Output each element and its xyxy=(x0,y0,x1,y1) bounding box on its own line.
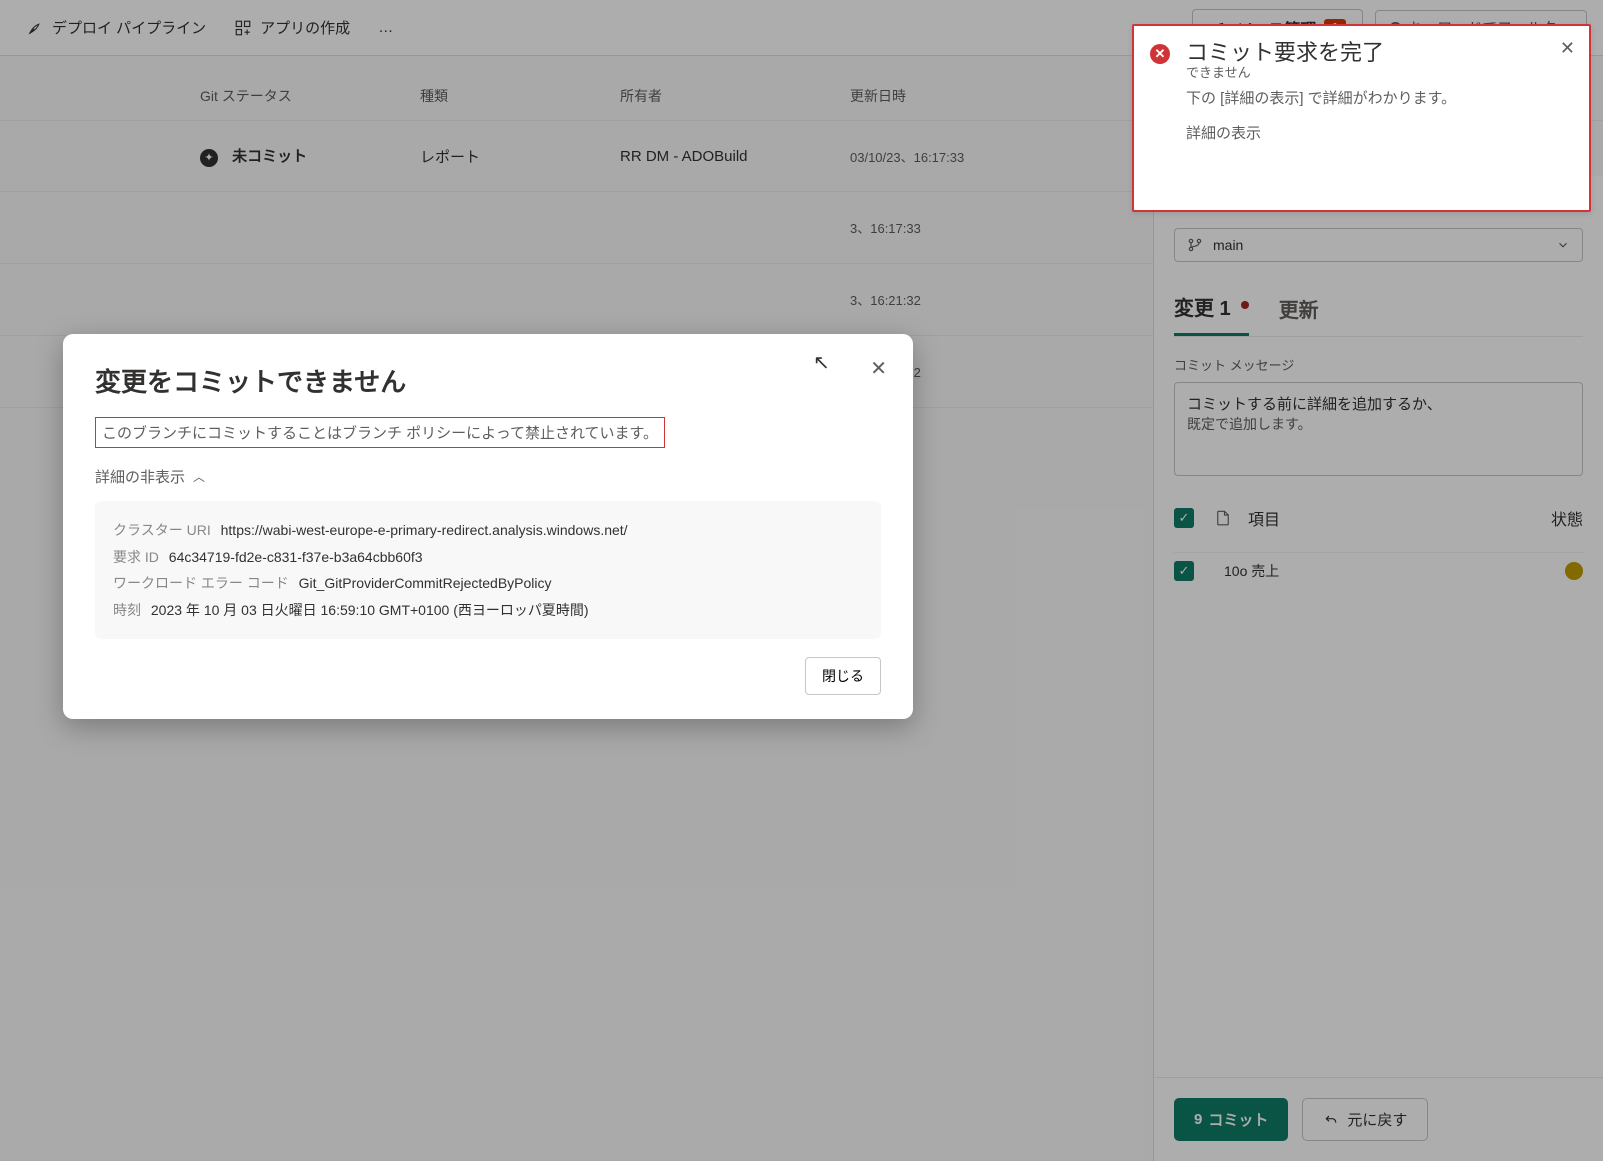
cluster-uri-label: クラスター URI xyxy=(113,522,211,538)
modal-close-button[interactable]: 閉じる xyxy=(805,657,881,695)
time-value: 2023 年 10 月 03 日火曜日 16:59:10 GMT+0100 (西… xyxy=(151,602,589,618)
toast-body: 下の [詳細の表示] で詳細がわかります。 xyxy=(1186,87,1569,108)
error-code-value: Git_GitProviderCommitRejectedByPolicy xyxy=(299,575,552,591)
toast-close-button[interactable]: ✕ xyxy=(1560,38,1575,59)
error-code-label: ワークロード エラー コード xyxy=(113,575,289,591)
request-id-label: 要求 ID xyxy=(113,549,159,565)
toggle-details-button[interactable]: 詳細の非表示 ︿ xyxy=(95,466,881,487)
error-modal: ✕ 変更をコミットできません このブランチにコミットすることはブランチ ポリシー… xyxy=(63,334,913,719)
toggle-details-label: 詳細の非表示 xyxy=(95,466,185,487)
request-id-value: 64c34719-fd2e-c831-f37e-b3a64cbb60f3 xyxy=(169,549,423,565)
toast-details-link[interactable]: 詳細の表示 xyxy=(1186,122,1261,143)
modal-close-icon[interactable]: ✕ xyxy=(870,356,887,381)
time-label: 時刻 xyxy=(113,602,141,618)
error-toast: ✕ ✕ コミット要求を完了 できません 下の [詳細の表示] で詳細がわかります… xyxy=(1132,24,1591,212)
modal-title: 変更をコミットできません xyxy=(95,362,881,399)
cluster-uri-value: https://wabi-west-europe-e-primary-redir… xyxy=(221,522,628,538)
error-details: クラスター URI https://wabi-west-europe-e-pri… xyxy=(95,501,881,639)
modal-message: このブランチにコミットすることはブランチ ポリシーによって禁止されています。 xyxy=(95,417,665,448)
toast-title: コミット要求を完了 xyxy=(1186,40,1569,66)
chevron-up-icon: ︿ xyxy=(193,468,205,485)
error-icon: ✕ xyxy=(1150,44,1170,64)
toast-subtitle: できません xyxy=(1186,66,1569,80)
